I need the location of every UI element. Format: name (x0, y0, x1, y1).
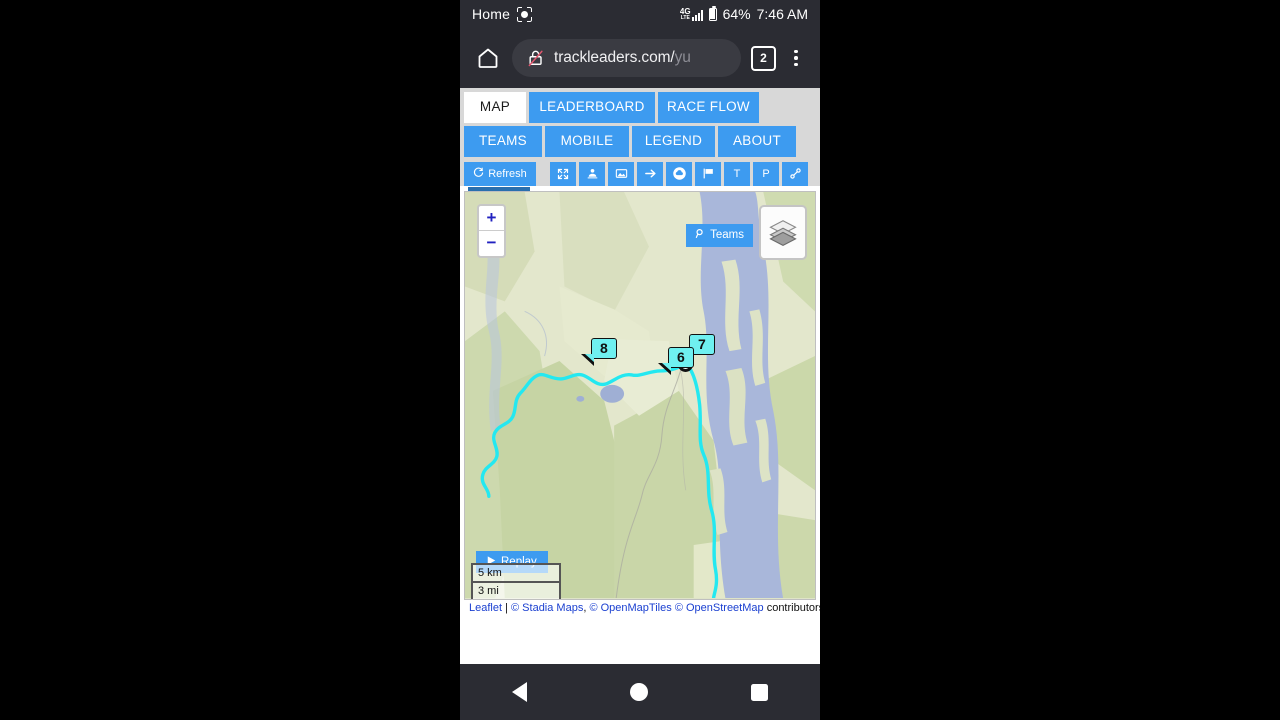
network-label: 4G LTE (679, 6, 691, 21)
refresh-label: Refresh (488, 167, 527, 180)
tab-race-flow[interactable]: RACE FLOW (658, 92, 759, 123)
status-app-label: Home (472, 6, 511, 22)
home-circle-icon[interactable] (629, 683, 648, 701)
signal-bars-icon (691, 9, 703, 21)
clock: 7:46 AM (756, 6, 808, 22)
zoom-out-button[interactable]: − (479, 231, 504, 256)
battery-icon (708, 5, 717, 21)
browser-toolbar: trackleaders.com/yu 2 (460, 28, 820, 88)
tab-row-2: TEAMS MOBILE LEGEND ABOUT (464, 125, 816, 157)
attribution-osm-link[interactable]: © OpenStreetMap (675, 602, 764, 614)
tab-teams[interactable]: TEAMS (464, 125, 542, 157)
map-toolbar: Refresh T P (464, 160, 816, 191)
zoom-in-button[interactable]: + (479, 206, 504, 231)
tab-legend[interactable]: LEGEND (632, 125, 715, 157)
attribution-contributors: contributors (763, 601, 820, 614)
wrench-icon[interactable] (782, 161, 808, 186)
attribution-stadia-link[interactable]: © Stadia Maps (511, 602, 583, 614)
attribution-leaflet-link[interactable]: Leaflet (469, 602, 502, 614)
layers-icon[interactable] (759, 204, 807, 260)
tab-leaderboard[interactable]: LEADERBOARD (529, 92, 655, 123)
tab-mobile[interactable]: MOBILE (545, 125, 629, 157)
tab-count-button[interactable]: 2 (751, 45, 776, 71)
screenshot-icon (517, 7, 532, 22)
site-tab-bar: MAP LEADERBOARD RACE FLOW TEAMS MOBILE L… (460, 88, 820, 191)
back-triangle-icon[interactable] (511, 682, 527, 702)
home-icon[interactable] (474, 44, 502, 72)
url-text: trackleaders.com/yu (554, 49, 691, 66)
letter-t-icon[interactable]: T (724, 161, 750, 186)
url-bar[interactable]: trackleaders.com/yu (512, 39, 741, 77)
search-icon (695, 228, 706, 242)
android-status-bar: Home 4G LTE 64% 7:46 AM (460, 0, 820, 28)
network-type-icon: 4G LTE (679, 6, 703, 21)
tab-row-1: MAP LEADERBOARD RACE FLOW (464, 92, 816, 123)
flag-icon[interactable] (695, 161, 721, 186)
attribution-sep: | (502, 601, 512, 614)
cloud-icon[interactable] (666, 161, 692, 186)
tab-map[interactable]: MAP (464, 92, 526, 123)
android-nav-bar (460, 664, 820, 720)
kebab-menu-icon[interactable] (786, 49, 806, 67)
person-location-icon[interactable] (579, 161, 605, 186)
teams-button-label: Teams (710, 229, 744, 242)
marker-bubble-8[interactable]: 8 (581, 337, 617, 367)
leaflet-map[interactable]: + − Teams 8 7 6 Replay 5 km 3 mi (464, 190, 816, 600)
recents-square-icon[interactable] (751, 683, 769, 701)
zoom-control: + − (477, 203, 506, 258)
phone-frame: Home 4G LTE 64% 7:46 AM trackleaders.com… (460, 0, 820, 720)
insecure-lock-icon (526, 48, 546, 68)
marker-bubble-6[interactable]: 6 (658, 346, 694, 376)
fullscreen-icon[interactable] (550, 161, 576, 186)
web-page-viewport: MAP LEADERBOARD RACE FLOW TEAMS MOBILE L… (460, 88, 820, 664)
refresh-button[interactable]: Refresh (464, 161, 536, 186)
letter-p-icon[interactable]: P (753, 161, 779, 186)
attribution-openmaptiles-link[interactable]: © OpenMapTiles (589, 602, 671, 614)
scale-control: 5 km 3 mi (471, 562, 561, 599)
refresh-icon (473, 167, 484, 181)
tab-about[interactable]: ABOUT (718, 125, 796, 157)
scale-km: 5 km (471, 562, 561, 583)
screen-root: Home 4G LTE 64% 7:46 AM trackleaders.com… (0, 0, 1280, 720)
battery-percent: 64% (722, 6, 751, 22)
image-icon[interactable] (608, 161, 634, 186)
teams-search-button[interactable]: Teams (686, 223, 753, 247)
arrow-right-icon[interactable] (637, 161, 663, 186)
scale-mi: 3 mi (471, 582, 561, 599)
status-bar-left: Home (472, 6, 532, 22)
status-bar-right: 4G LTE 64% 7:46 AM (679, 5, 808, 22)
map-attribution: Leaflet | © Stadia Maps, © OpenMapTiles … (460, 599, 820, 617)
